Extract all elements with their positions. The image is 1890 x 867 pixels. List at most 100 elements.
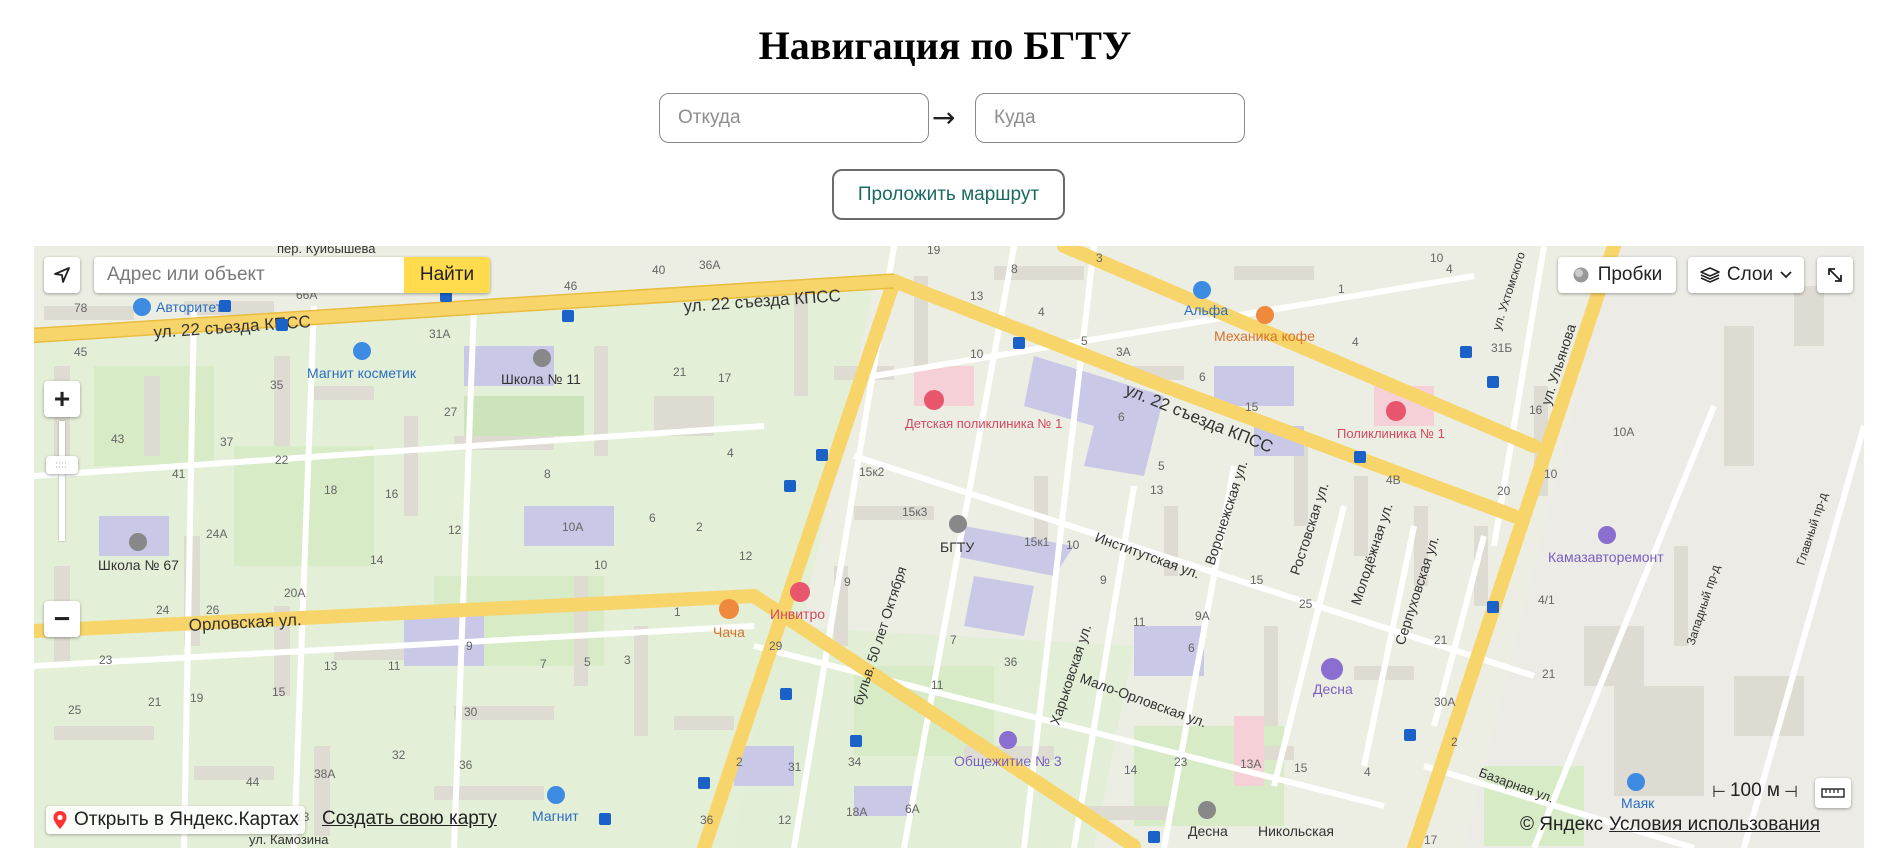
svg-text:15: 15 bbox=[1294, 761, 1308, 775]
map-search-bar: Найти bbox=[94, 257, 490, 293]
geolocation-button[interactable] bbox=[44, 257, 80, 293]
zoom-slider-track[interactable] bbox=[59, 421, 65, 541]
svg-text:15к2: 15к2 bbox=[859, 465, 885, 479]
svg-text:4В: 4В bbox=[1386, 473, 1401, 487]
svg-text:3: 3 bbox=[624, 653, 631, 667]
map-search-input[interactable] bbox=[94, 257, 404, 293]
layers-button[interactable]: Слои bbox=[1688, 257, 1804, 293]
zoom-out-button[interactable]: − bbox=[44, 601, 80, 637]
svg-text:9: 9 bbox=[844, 575, 851, 589]
svg-text:41: 41 bbox=[172, 467, 186, 481]
svg-text:4: 4 bbox=[1352, 335, 1359, 349]
svg-text:15: 15 bbox=[1245, 400, 1259, 414]
geolocation-icon bbox=[54, 267, 70, 283]
svg-text:36: 36 bbox=[1004, 655, 1018, 669]
svg-text:14: 14 bbox=[370, 553, 384, 567]
svg-text:6А: 6А bbox=[905, 802, 920, 816]
to-input[interactable] bbox=[975, 93, 1245, 143]
svg-text:5: 5 bbox=[1081, 334, 1088, 348]
svg-text:19: 19 bbox=[927, 246, 941, 257]
svg-text:36: 36 bbox=[459, 758, 473, 772]
svg-text:23: 23 bbox=[1174, 755, 1188, 769]
park-area bbox=[464, 396, 584, 436]
svg-text:12: 12 bbox=[778, 813, 792, 827]
ruler-icon bbox=[1821, 788, 1845, 798]
svg-text:45: 45 bbox=[74, 345, 88, 359]
svg-text:Поликлиника № 1: Поликлиника № 1 bbox=[1337, 426, 1445, 441]
street-label: пер. Куйбышева bbox=[277, 246, 376, 256]
svg-text:10А: 10А bbox=[562, 520, 583, 534]
terms-link[interactable]: Условия использования bbox=[1609, 814, 1820, 836]
svg-text:43: 43 bbox=[111, 432, 125, 446]
svg-text:Механика кофе: Механика кофе bbox=[1214, 328, 1315, 344]
svg-text:24А: 24А bbox=[206, 527, 227, 541]
svg-text:12: 12 bbox=[739, 549, 753, 563]
svg-text:15: 15 bbox=[272, 685, 286, 699]
zoom-in-button[interactable]: + bbox=[44, 381, 80, 417]
svg-text:11: 11 bbox=[931, 678, 944, 692]
map-pin-icon bbox=[53, 811, 67, 829]
svg-text:2: 2 bbox=[696, 520, 703, 534]
svg-text:9А: 9А bbox=[1195, 609, 1210, 623]
svg-text:23: 23 bbox=[99, 653, 113, 667]
grip-icon bbox=[56, 462, 68, 468]
svg-text:36: 36 bbox=[700, 813, 714, 827]
from-input[interactable] bbox=[659, 93, 929, 143]
build-route-button[interactable]: Проложить маршрут bbox=[832, 169, 1065, 220]
svg-text:78: 78 bbox=[74, 301, 88, 315]
ruler-button[interactable] bbox=[1815, 778, 1851, 808]
svg-text:22: 22 bbox=[275, 453, 289, 467]
svg-text:21: 21 bbox=[148, 695, 162, 709]
svg-text:27: 27 bbox=[444, 405, 458, 419]
svg-text:35: 35 bbox=[270, 378, 284, 392]
svg-text:15: 15 bbox=[1250, 573, 1264, 587]
svg-text:10: 10 bbox=[970, 347, 984, 361]
open-in-yandex-label: Открыть в Яндекс.Картах bbox=[74, 809, 299, 830]
map-canvas[interactable]: ул. 22 съезда КПСС ул. 22 съезда КПСС ул… bbox=[34, 246, 1864, 848]
svg-text:15к1: 15к1 bbox=[1024, 535, 1050, 549]
page-title: Навигация по БГТУ bbox=[758, 23, 1132, 68]
svg-text:21: 21 bbox=[1434, 633, 1448, 647]
scale-label: 100 м bbox=[1729, 780, 1780, 801]
open-in-yandex-link[interactable]: Открыть в Яндекс.Картах bbox=[46, 806, 305, 834]
svg-text:13: 13 bbox=[1150, 483, 1164, 497]
svg-text:10: 10 bbox=[1430, 251, 1444, 265]
svg-text:Чача: Чача bbox=[713, 624, 745, 640]
svg-text:37: 37 bbox=[220, 435, 234, 449]
svg-text:24: 24 bbox=[156, 603, 170, 617]
svg-text:31А: 31А bbox=[429, 327, 450, 341]
map-widget[interactable]: ул. 22 съезда КПСС ул. 22 съезда КПСС ул… bbox=[34, 246, 1864, 848]
svg-text:3: 3 bbox=[1096, 251, 1103, 265]
svg-text:Авторитет: Авторитет bbox=[156, 299, 223, 315]
svg-text:9: 9 bbox=[1100, 573, 1107, 587]
svg-text:Детская поликлиника № 1: Детская поликлиника № 1 bbox=[905, 416, 1062, 431]
find-button[interactable]: Найти bbox=[404, 257, 490, 293]
svg-text:Десна: Десна bbox=[1313, 681, 1353, 697]
create-map-link[interactable]: Создать свою карту bbox=[322, 808, 497, 830]
svg-text:46: 46 bbox=[564, 279, 578, 293]
copyright-text: © Яндекс bbox=[1520, 814, 1604, 835]
svg-text:16: 16 bbox=[385, 487, 399, 501]
svg-text:Десна: Десна bbox=[1188, 823, 1228, 839]
svg-text:4: 4 bbox=[727, 446, 734, 460]
svg-text:7: 7 bbox=[540, 657, 547, 671]
street-label: ул. Камозина bbox=[249, 832, 329, 847]
fullscreen-button[interactable] bbox=[1817, 257, 1853, 293]
copyright-bar: © Яндекс Условия использования bbox=[1520, 814, 1820, 836]
svg-text:4: 4 bbox=[1446, 262, 1453, 276]
svg-text:Инвитро: Инвитро bbox=[770, 606, 825, 622]
svg-text:17: 17 bbox=[1424, 833, 1438, 847]
svg-text:29: 29 bbox=[769, 639, 783, 653]
svg-text:19: 19 bbox=[190, 691, 204, 705]
svg-text:36А: 36А bbox=[699, 258, 720, 272]
svg-text:2: 2 bbox=[736, 755, 743, 769]
svg-text:13А: 13А bbox=[1240, 757, 1261, 771]
svg-text:20А: 20А bbox=[284, 586, 305, 600]
svg-text:21: 21 bbox=[1542, 667, 1556, 681]
svg-text:8: 8 bbox=[1011, 262, 1018, 276]
zoom-slider-handle[interactable] bbox=[46, 456, 78, 474]
svg-text:26: 26 bbox=[206, 603, 220, 617]
traffic-button[interactable]: Пробки bbox=[1558, 257, 1676, 293]
svg-text:3А: 3А bbox=[1116, 345, 1131, 359]
fullscreen-icon bbox=[1828, 268, 1842, 282]
